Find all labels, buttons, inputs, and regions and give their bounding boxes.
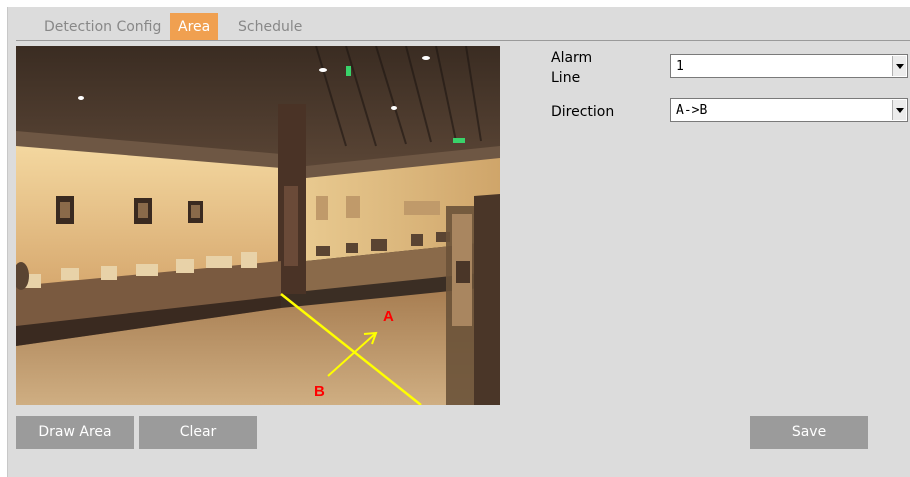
direction-label: Direction [551,104,615,120]
museum-scene-image: A B [16,46,500,405]
draw-area-button[interactable]: Draw Area [16,416,134,449]
tab-area[interactable]: Area [170,13,219,41]
label-b: B [314,383,325,400]
alarm-line-label: Alarm Line [551,50,593,86]
detection-panel: Detection Config Area Schedule A B Alarm… [7,7,910,477]
chevron-down-icon [892,56,906,76]
video-preview[interactable]: A B [16,46,500,405]
tab-bar: Detection Config Area Schedule [8,7,910,41]
chevron-down-icon [892,100,906,120]
alarm-line-select[interactable]: 1 [670,54,908,78]
clear-button[interactable]: Clear [139,416,257,449]
tab-divider [16,40,910,41]
alarm-line-value: 1 [676,59,684,74]
tab-detection-config[interactable]: Detection Config [36,13,169,41]
direction-value: A->B [676,103,708,118]
direction-select[interactable]: A->B [670,98,908,122]
tab-schedule[interactable]: Schedule [230,13,310,41]
save-button[interactable]: Save [750,416,868,449]
label-a: A [383,308,394,325]
